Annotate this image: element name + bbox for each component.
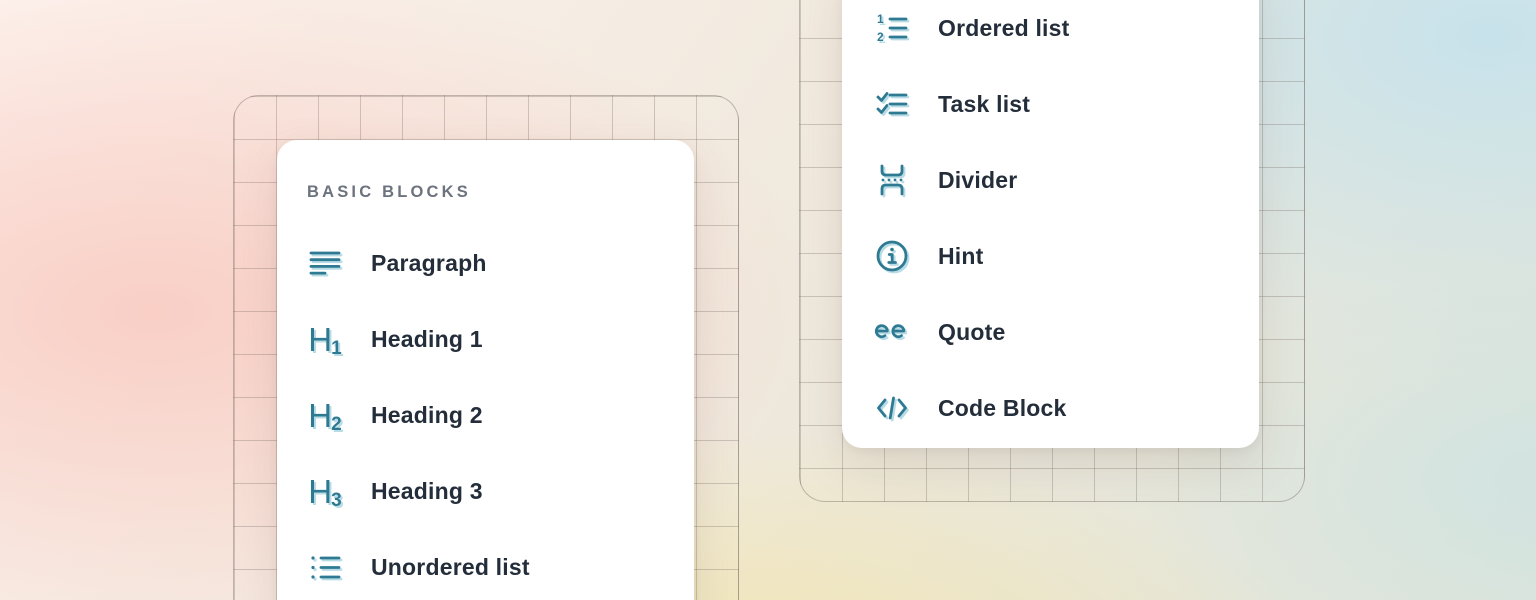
insert-blocks-list: 12Ordered listTask listDividerHintQuoteC… [874, 0, 1259, 446]
hero-illustration: BASIC BLOCKS Paragraph H1 Heading 1 H2 Headi… [0, 0, 1536, 600]
heading-2-icon: H2 [307, 399, 343, 432]
quote-icon [874, 320, 910, 344]
menu-item-label: Paragraph [371, 250, 487, 277]
paragraph-icon [307, 250, 343, 277]
hint-icon [874, 239, 910, 273]
menu-item-paragraph[interactable]: Paragraph [307, 225, 694, 301]
basic-blocks-menu-card: BASIC BLOCKS Paragraph H1 Heading 1 H2 Headi… [277, 140, 694, 600]
menu-item-heading-1[interactable]: H1 Heading 1 [307, 301, 694, 377]
menu-item-label: Heading 1 [371, 326, 483, 353]
svg-text:1: 1 [877, 13, 884, 26]
heading-3-icon: H3 [307, 475, 343, 508]
menu-item-heading-3[interactable]: H3 Heading 3 [307, 453, 694, 529]
menu-item-hint[interactable]: Hint [874, 218, 1259, 294]
insert-blocks-menu-card: 12Ordered listTask listDividerHintQuoteC… [842, 0, 1259, 448]
menu-item-label: Quote [938, 319, 1005, 346]
unordered-list-icon [307, 554, 343, 581]
menu-item-label: Heading 3 [371, 478, 483, 505]
code-block-icon [874, 395, 910, 421]
task-list-icon [874, 89, 910, 119]
menu-item-ordered-list[interactable]: 12Ordered list [874, 0, 1259, 66]
basic-blocks-list: Paragraph H1 Heading 1 H2 Heading 2 H3 Heading… [307, 225, 694, 600]
pastel-gradient-background [0, 0, 1536, 600]
menu-item-label: Task list [938, 91, 1030, 118]
menu-item-heading-2[interactable]: H2 Heading 2 [307, 377, 694, 453]
menu-item-label: Ordered list [938, 15, 1070, 42]
menu-item-divider[interactable]: Divider [874, 142, 1259, 218]
menu-item-task-list[interactable]: Task list [874, 66, 1259, 142]
heading-1-icon: H1 [307, 323, 343, 356]
menu-item-label: Divider [938, 167, 1017, 194]
divider-icon [874, 163, 910, 197]
menu-item-quote[interactable]: Quote [874, 294, 1259, 370]
ordered-list-icon: 12 [874, 13, 910, 43]
menu-item-label: Hint [938, 243, 984, 270]
menu-item-label: Heading 2 [371, 402, 483, 429]
menu-item-label: Unordered list [371, 554, 530, 581]
svg-text:2: 2 [877, 30, 884, 43]
menu-item-code-block[interactable]: Code Block [874, 370, 1259, 446]
menu-item-unordered-list[interactable]: Unordered list [307, 529, 694, 600]
section-label-basic-blocks: BASIC BLOCKS [307, 182, 694, 202]
menu-item-label: Code Block [938, 395, 1067, 422]
